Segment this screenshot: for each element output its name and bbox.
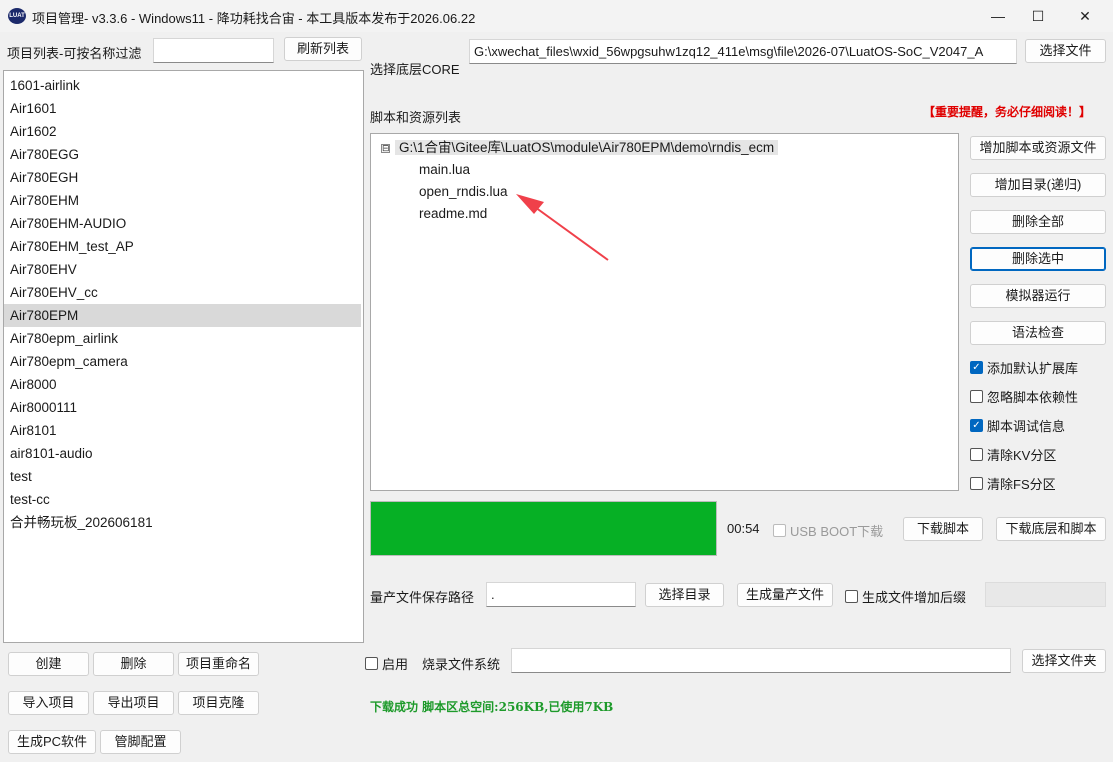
burn-fs-label: 烧录文件系统	[422, 657, 501, 672]
project-list-item[interactable]: Air8000111	[4, 396, 361, 419]
project-list-item[interactable]: Air780EHM-AUDIO	[4, 212, 361, 235]
pin-config-button[interactable]: 管脚配置	[100, 730, 181, 754]
enable-burn-label: 启用	[382, 657, 409, 672]
usb-boot-checkbox[interactable]: USB BOOT下载	[773, 521, 883, 540]
default-lib-checkbox[interactable]: ✓ 添加默认扩展库	[970, 358, 1078, 377]
project-list-item[interactable]: test-cc	[4, 488, 361, 511]
project-list-item[interactable]: 1601-airlink	[4, 74, 361, 97]
annotation-arrow-icon	[516, 194, 609, 261]
generate-mass-file-button[interactable]: 生成量产文件	[737, 583, 833, 607]
core-label: 选择底层CORE	[370, 62, 460, 77]
tree-root-path: G:\1合宙\Gitee库\LuatOS\module\Air780EPM\de…	[395, 140, 779, 155]
syntax-check-button[interactable]: 语法检查	[970, 321, 1106, 345]
checkbox-icon	[365, 657, 378, 670]
tree-file-open-rndis[interactable]: open_rndis.lua	[419, 182, 508, 202]
checkmark-icon: ✓	[970, 419, 983, 432]
project-list-item[interactable]: Air1601	[4, 97, 361, 120]
tree-root-folder[interactable]: G:\1合宙\Gitee库\LuatOS\module\Air780EPM\de…	[395, 138, 779, 158]
project-list-item[interactable]: Air780EGH	[4, 166, 361, 189]
enable-burn-checkbox[interactable]: 启用	[365, 654, 408, 673]
checkbox-icon	[970, 477, 983, 490]
add-suffix-label: 生成文件增加后缀	[862, 590, 967, 605]
create-project-button[interactable]: 创建	[8, 652, 89, 676]
import-project-button[interactable]: 导入项目	[8, 691, 89, 715]
debug-info-label: 脚本调试信息	[987, 419, 1066, 434]
simulator-run-button[interactable]: 模拟器运行	[970, 284, 1106, 308]
script-list-label: 脚本和资源列表	[370, 110, 462, 125]
clear-kv-checkbox[interactable]: 清除KV分区	[970, 445, 1056, 464]
delete-all-button[interactable]: 删除全部	[970, 210, 1106, 234]
important-warning-link[interactable]: 【重要提醒，务必仔细阅读！】	[923, 103, 1091, 120]
tree-file-main[interactable]: main.lua	[419, 160, 470, 180]
script-tree[interactable]: ⊟ G:\1合宙\Gitee库\LuatOS\module\Air780EPM\…	[370, 133, 959, 491]
clear-kv-label: 清除KV分区	[987, 448, 1057, 463]
checkbox-icon	[970, 390, 983, 403]
mass-path-label: 量产文件保存路径	[370, 590, 475, 605]
download-script-button[interactable]: 下载脚本	[903, 517, 983, 541]
project-list-item[interactable]: Air780epm_airlink	[4, 327, 361, 350]
select-directory-button[interactable]: 选择目录	[645, 583, 724, 607]
checkmark-icon: ✓	[970, 361, 983, 374]
maximize-icon[interactable]: ☐	[1015, 0, 1061, 32]
project-list-item[interactable]: air8101-audio	[4, 442, 361, 465]
burn-fs-path-input[interactable]	[511, 648, 1011, 673]
clone-project-button[interactable]: 项目克隆	[178, 691, 259, 715]
window-title: 项目管理- v3.3.6 - Windows11 - 降功耗找合宙 - 本工具版…	[32, 11, 476, 26]
project-list-item[interactable]: Air780EHV_cc	[4, 281, 361, 304]
suffix-input[interactable]	[985, 582, 1106, 607]
select-folder-button[interactable]: 选择文件夹	[1022, 649, 1106, 673]
project-list-item[interactable]: Air780EGG	[4, 143, 361, 166]
select-file-button[interactable]: 选择文件	[1025, 39, 1106, 63]
project-list-item[interactable]: Air780EHV	[4, 258, 361, 281]
clear-fs-label: 清除FS分区	[987, 477, 1056, 492]
project-list-item[interactable]: Air8000	[4, 373, 361, 396]
project-filter-input[interactable]	[153, 38, 274, 63]
core-path-input[interactable]: G:\xwechat_files\wxid_56wpgsuhw1zq12_411…	[469, 39, 1017, 64]
project-list-item[interactable]: Air780epm_camera	[4, 350, 361, 373]
delete-selected-button[interactable]: 删除选中	[970, 247, 1106, 271]
ignore-dependency-label: 忽略脚本依赖性	[987, 390, 1079, 405]
download-timer: 00:54	[727, 521, 760, 536]
download-progress-bar	[370, 501, 717, 556]
mass-path-input[interactable]: .	[486, 582, 636, 607]
tree-file-readme[interactable]: readme.md	[419, 204, 487, 224]
project-list-item[interactable]: Air1602	[4, 120, 361, 143]
checkbox-icon	[773, 524, 786, 537]
project-list-item[interactable]: Air780EHM_test_AP	[4, 235, 361, 258]
project-list[interactable]: 1601-airlink Air1601 Air1602 Air780EGG Air78…	[3, 70, 364, 643]
rename-project-button[interactable]: 项目重命名	[178, 652, 259, 676]
status-text: 下载成功 脚本区总空间:256KB,已使用7KB	[370, 700, 614, 714]
add-script-file-button[interactable]: 增加脚本或资源文件	[970, 136, 1106, 160]
collapse-icon[interactable]: ⊟	[381, 144, 390, 153]
debug-info-checkbox[interactable]: ✓ 脚本调试信息	[970, 416, 1065, 435]
close-icon[interactable]: ✕	[1062, 0, 1108, 32]
project-list-item[interactable]: 合并畅玩板_202606181	[4, 511, 361, 534]
project-list-item[interactable]: Air8101	[4, 419, 361, 442]
delete-project-button[interactable]: 删除	[93, 652, 174, 676]
clear-fs-checkbox[interactable]: 清除FS分区	[970, 474, 1056, 493]
ignore-dependency-checkbox[interactable]: 忽略脚本依赖性	[970, 387, 1078, 406]
app-logo-icon: LUAT	[8, 8, 26, 24]
download-core-and-script-button[interactable]: 下载底层和脚本	[996, 517, 1106, 541]
refresh-list-button[interactable]: 刷新列表	[284, 37, 362, 61]
add-suffix-checkbox[interactable]: 生成文件增加后缀	[845, 587, 966, 606]
default-lib-label: 添加默认扩展库	[987, 361, 1079, 376]
project-list-item[interactable]: test	[4, 465, 361, 488]
project-filter-label: 项目列表-可按名称过滤	[7, 46, 142, 61]
checkbox-icon	[845, 590, 858, 603]
project-list-item[interactable]: Air780EHM	[4, 189, 361, 212]
generate-pc-software-button[interactable]: 生成PC软件	[8, 730, 96, 754]
project-list-item[interactable]: Air780EPM	[4, 304, 361, 327]
checkbox-icon	[970, 448, 983, 461]
add-directory-button[interactable]: 增加目录(递归)	[970, 173, 1106, 197]
export-project-button[interactable]: 导出项目	[93, 691, 174, 715]
usb-boot-label: USB BOOT下载	[790, 524, 884, 539]
